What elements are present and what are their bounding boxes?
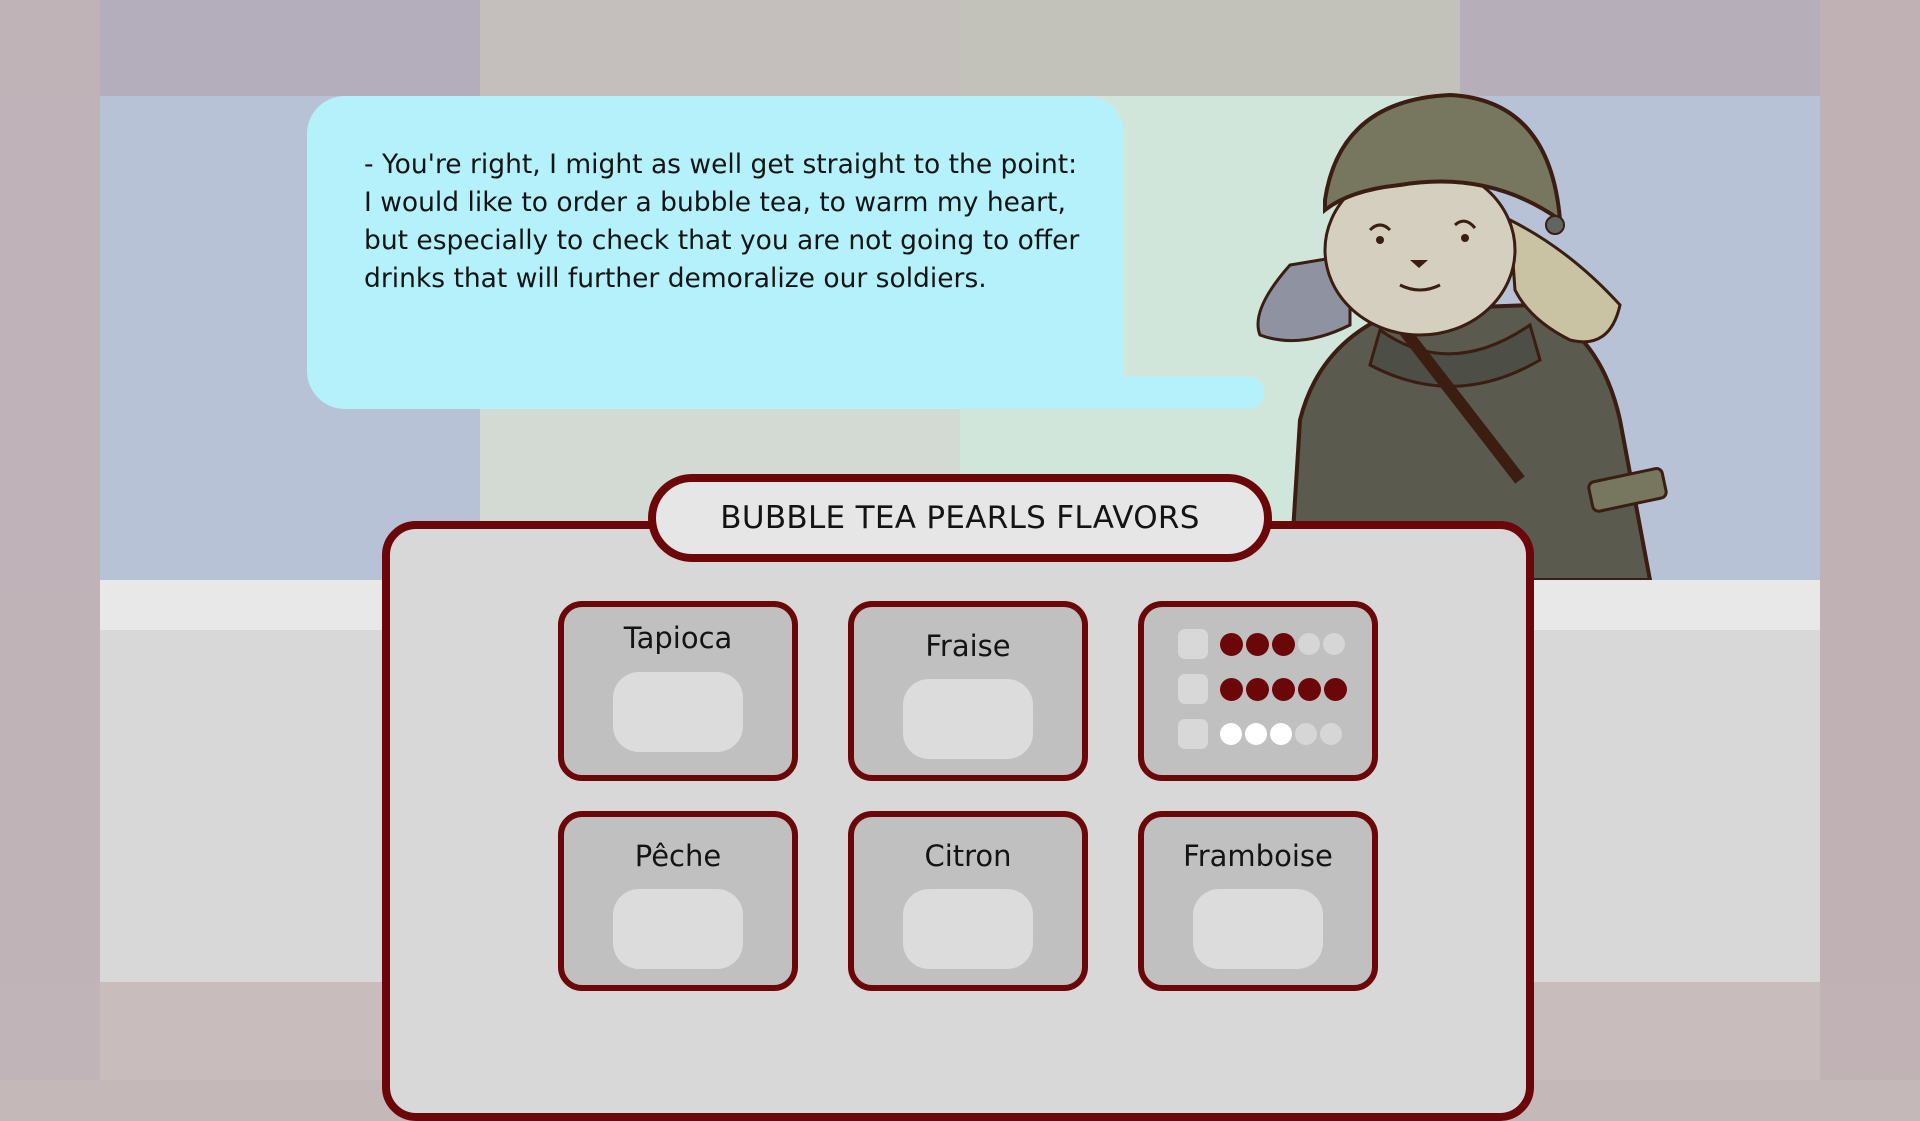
stat-pip xyxy=(1323,633,1345,655)
stat-pip xyxy=(1298,633,1320,655)
flavor-card-fraise[interactable]: Fraise xyxy=(848,601,1088,781)
flavor-label: Fraise xyxy=(925,629,1011,663)
stat-pip xyxy=(1272,677,1295,701)
flavor-card-citron[interactable]: Citron xyxy=(848,811,1088,991)
stat-icon xyxy=(1178,719,1208,749)
flavor-label: Pêche xyxy=(634,839,722,873)
flavor-slot xyxy=(903,679,1033,759)
stat-icon xyxy=(1178,629,1208,659)
flavor-label: Tapioca xyxy=(623,621,733,655)
character-hat-badge xyxy=(1545,215,1565,235)
stat-pip xyxy=(1320,723,1342,745)
stat-pip xyxy=(1220,632,1243,656)
background-pillar-left xyxy=(0,0,100,1080)
stat-row-3 xyxy=(1178,718,1345,750)
background-top-block xyxy=(480,0,960,96)
stat-pip xyxy=(1246,677,1269,701)
soldier-character xyxy=(1256,92,1668,580)
flavor-stats-card xyxy=(1138,601,1378,781)
stat-pip xyxy=(1245,723,1267,745)
stat-pip xyxy=(1324,677,1347,701)
flavor-card-framboise[interactable]: Framboise xyxy=(1138,811,1378,991)
panel-title-tab: BUBBLE TEA PEARLS FLAVORS xyxy=(648,474,1272,562)
flavor-slot xyxy=(903,889,1033,969)
background-pillar-right xyxy=(1820,0,1920,1080)
stat-pip xyxy=(1298,677,1321,701)
stat-pip xyxy=(1295,723,1317,745)
stat-icon xyxy=(1178,674,1208,704)
background-top-block xyxy=(100,0,480,96)
flavor-label: Framboise xyxy=(1183,839,1333,873)
flavor-selection-panel: Tapioca Fraise Pêche Citron Framboise xyxy=(382,521,1534,1121)
flavor-card-tapioca[interactable]: Tapioca xyxy=(558,601,798,781)
flavor-label: Citron xyxy=(924,839,1012,873)
dialogue-text: - You're right, I might as well get stra… xyxy=(364,149,1080,294)
flavor-slot xyxy=(1193,889,1323,969)
stat-pip xyxy=(1270,723,1292,745)
stat-pip xyxy=(1220,677,1243,701)
stat-pip xyxy=(1220,723,1242,745)
dialogue-bubble-tail xyxy=(1100,376,1264,409)
flavor-card-peche[interactable]: Pêche xyxy=(558,811,798,991)
stat-row-1 xyxy=(1178,628,1348,660)
stat-pip xyxy=(1246,632,1269,656)
background-top-block xyxy=(1460,0,1820,96)
stat-row-2 xyxy=(1178,673,1350,705)
stat-pip xyxy=(1272,632,1295,656)
flavor-slot xyxy=(613,889,743,969)
background-top-block xyxy=(960,0,1460,96)
panel-title: BUBBLE TEA PEARLS FLAVORS xyxy=(720,500,1200,536)
flavor-slot xyxy=(613,672,743,752)
